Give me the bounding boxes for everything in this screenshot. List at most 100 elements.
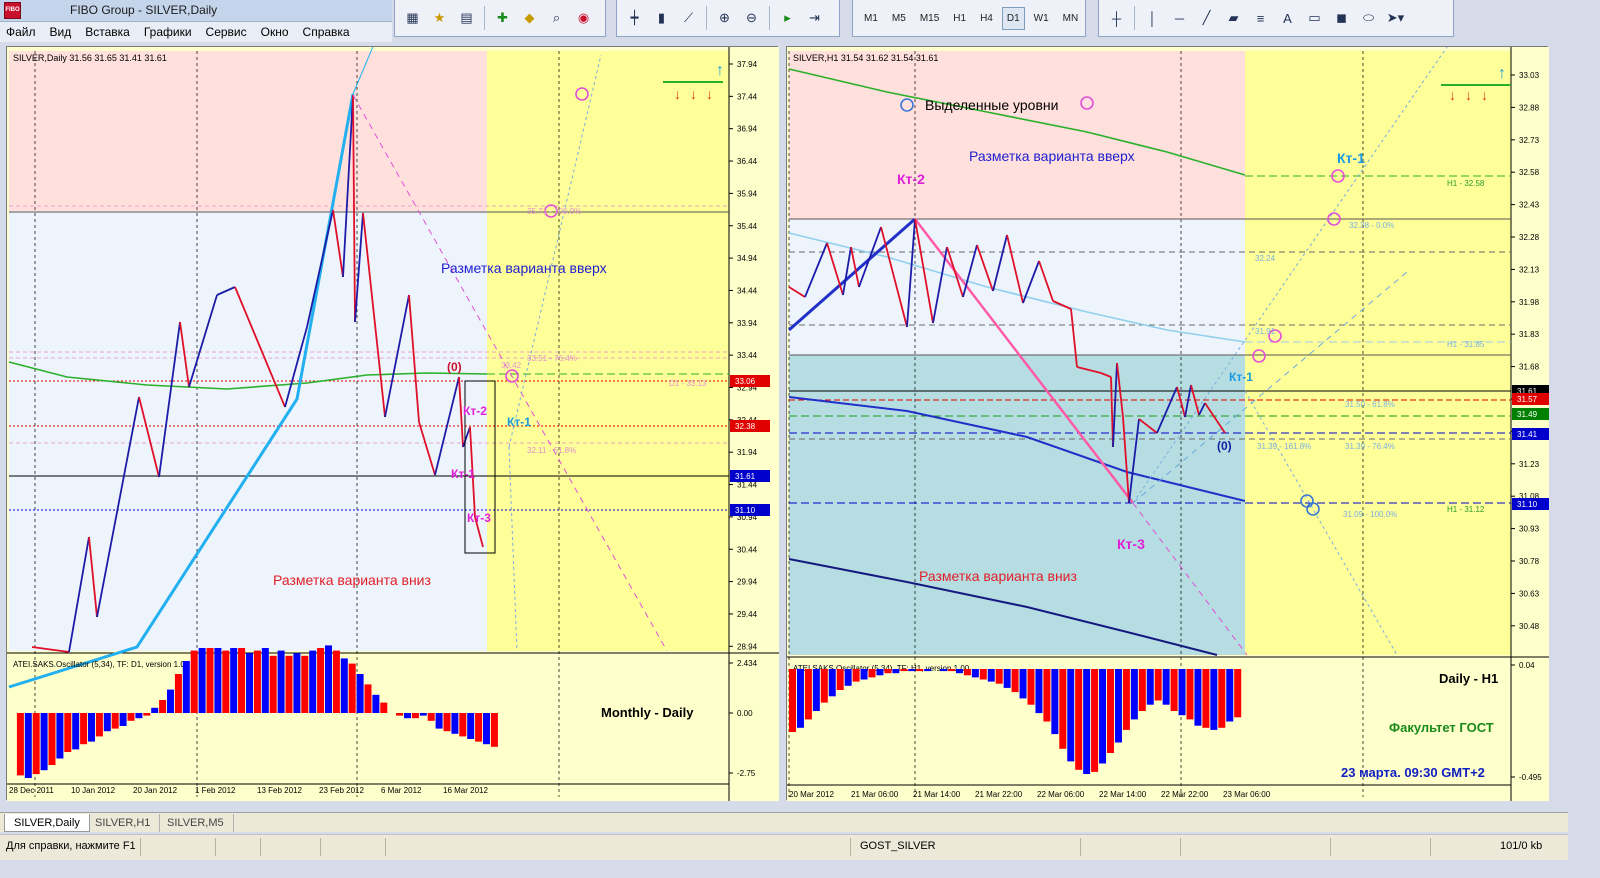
tf-m5[interactable]: M5 xyxy=(887,7,911,30)
tf-w1[interactable]: W1 xyxy=(1029,7,1054,30)
fib-label: H1 - 32.58 xyxy=(1447,179,1485,188)
vertical-line-icon[interactable]: │ xyxy=(1141,7,1164,30)
oscillator-bar xyxy=(293,653,301,713)
drawing-toolbar: ┼ │ ─ ╱ ▰ ≡ A ▭ ◼ ⬭ ➤▾ xyxy=(1098,0,1454,37)
tab-silver-m5[interactable]: SILVER,M5 xyxy=(158,814,234,832)
h1-chart-canvas[interactable]: 33.03 32.88 32.73 32.58 32.43 32.28 32.13 31.98… xyxy=(787,47,1549,801)
tf-mn[interactable]: MN xyxy=(1058,7,1084,30)
fib-label: 32.24 xyxy=(1255,254,1276,263)
history-center-icon[interactable]: ⌕ xyxy=(545,7,568,30)
menu-window[interactable]: Окно xyxy=(254,22,296,42)
oscillator-bar xyxy=(1067,669,1075,762)
oscillator-bar xyxy=(95,713,103,737)
osc-scale-label: 0.04 xyxy=(1519,661,1535,670)
middle-zone xyxy=(789,219,1245,355)
chart-window-silver-daily[interactable]: 37.94 37.44 36.94 36.44 35.94 35.44 34.94 34.44… xyxy=(6,46,779,801)
menu-tools[interactable]: Сервис xyxy=(199,22,254,42)
oscillator-bar xyxy=(159,700,167,713)
oscillator-bar xyxy=(356,674,364,713)
menu-help[interactable]: Справка xyxy=(296,22,357,42)
auto-scroll-icon[interactable]: ▸ xyxy=(776,7,799,30)
price-label: 37.94 xyxy=(737,60,758,69)
oscillator-bar xyxy=(490,713,498,747)
menu-file[interactable]: Файл xyxy=(0,22,43,42)
rectangle-icon[interactable]: ◼ xyxy=(1330,7,1353,30)
price-label: 34.94 xyxy=(737,254,758,263)
tf-m15[interactable]: M15 xyxy=(915,7,944,30)
candlestick-icon[interactable]: ▮ xyxy=(650,7,673,30)
oscillator-bar xyxy=(828,669,836,697)
profiles-icon[interactable]: ★ xyxy=(428,7,451,30)
fibonacci-icon[interactable]: ≡ xyxy=(1249,7,1272,30)
oscillator-bar xyxy=(1202,669,1210,728)
down-arrow-icon: ↓ xyxy=(674,86,681,102)
crosshair-icon[interactable]: ┼ xyxy=(1105,7,1128,30)
status-help: Для справки, нажмите F1 xyxy=(6,840,136,852)
oscillator-bar xyxy=(419,713,427,716)
oscillator-header: ATEI.SAKS.Oscillator (5,34), TF: D1, ver… xyxy=(13,660,190,669)
oscillator-bar xyxy=(467,713,475,739)
price-label: 32.73 xyxy=(1519,136,1540,145)
ellipse-icon[interactable]: ⬭ xyxy=(1357,7,1380,30)
oscillator-bar xyxy=(404,713,411,719)
zoom-in-icon[interactable]: ⊕ xyxy=(713,7,736,30)
text-label-icon[interactable]: ▭ xyxy=(1303,7,1326,30)
oscillator-bar xyxy=(1186,669,1194,720)
oscillator-bar xyxy=(111,713,119,729)
price-label: 34.44 xyxy=(737,286,758,295)
date-label: 23 Mar 06:00 xyxy=(1223,790,1271,799)
oscillator-caption: Daily - H1 xyxy=(1439,671,1498,686)
oscillator-bar xyxy=(789,669,796,732)
label-kt3: Кт-3 xyxy=(467,511,491,525)
oscillator-bar xyxy=(380,702,388,713)
line-chart-icon[interactable]: ⟋ xyxy=(677,7,700,30)
new-chart-icon[interactable]: ▦ xyxy=(401,7,424,30)
horizontal-line-icon[interactable]: ─ xyxy=(1168,7,1191,30)
price-label: 32.58 xyxy=(1519,168,1540,177)
tf-m1[interactable]: M1 xyxy=(859,7,883,30)
trendline-icon[interactable]: ╱ xyxy=(1195,7,1218,30)
equidistant-channel-icon[interactable]: ▰ xyxy=(1222,7,1245,30)
tf-h1[interactable]: H1 xyxy=(948,7,971,30)
new-order-icon[interactable]: ✚ xyxy=(491,7,514,30)
menu-insert[interactable]: Вставка xyxy=(78,22,137,42)
tab-silver-daily[interactable]: SILVER,Daily xyxy=(4,814,90,832)
osc-scale-label: 2.434 xyxy=(737,659,758,668)
oscillator-bar xyxy=(804,669,812,720)
label-kt1: Кт-1 xyxy=(451,467,475,481)
oscillator-bar xyxy=(253,650,261,713)
oscillator-bar xyxy=(56,713,64,759)
oscillator-bar xyxy=(214,648,222,713)
price-label: 33.44 xyxy=(737,351,758,360)
fib-label: 31.39 - 161.8% xyxy=(1257,442,1311,451)
oscillator-bar xyxy=(198,648,206,713)
oscillator-bar xyxy=(372,694,380,713)
price-label: 30.44 xyxy=(737,545,758,554)
market-watch-icon[interactable]: ▤ xyxy=(455,7,478,30)
text-icon[interactable]: A xyxy=(1276,7,1299,30)
oscillator-caption: Monthly - Daily xyxy=(601,705,694,720)
chart-shift-icon[interactable]: ⇥ xyxy=(803,7,826,30)
zoom-out-icon[interactable]: ⊖ xyxy=(740,7,763,30)
timeframes-toolbar: M1 M5 M15 H1 H4 D1 W1 MN xyxy=(852,0,1086,37)
tf-d1[interactable]: D1 xyxy=(1001,6,1025,30)
menu-charts[interactable]: Графики xyxy=(137,22,199,42)
daily-chart-canvas[interactable]: 37.94 37.44 36.94 36.44 35.94 35.44 34.94 34.44… xyxy=(7,47,779,801)
oscillator-bar xyxy=(1059,669,1067,749)
oscillator-bar xyxy=(1138,669,1146,711)
label-kt2: Кт-2 xyxy=(463,404,487,418)
price-tag-text: 31.10 xyxy=(735,506,756,515)
upper-zone xyxy=(789,51,1245,219)
autotrading-icon[interactable]: ◉ xyxy=(572,7,595,30)
tf-h4[interactable]: H4 xyxy=(975,7,998,30)
menu-view[interactable]: Вид xyxy=(43,22,79,42)
oscillator-bar xyxy=(103,713,111,732)
price-label: 35.44 xyxy=(737,222,758,231)
tab-silver-h1[interactable]: SILVER,H1 xyxy=(86,814,161,832)
price-label: 32.28 xyxy=(1519,233,1540,242)
expert-advisor-icon[interactable]: ◆ xyxy=(518,7,541,30)
arrows-dropdown-icon[interactable]: ➤▾ xyxy=(1384,7,1407,30)
label-kt1: Кт-1 xyxy=(1337,150,1365,166)
chart-window-silver-h1[interactable]: 33.03 32.88 32.73 32.58 32.43 32.28 32.13 31.98… xyxy=(786,46,1549,801)
bar-chart-icon[interactable]: ┿ xyxy=(623,7,646,30)
